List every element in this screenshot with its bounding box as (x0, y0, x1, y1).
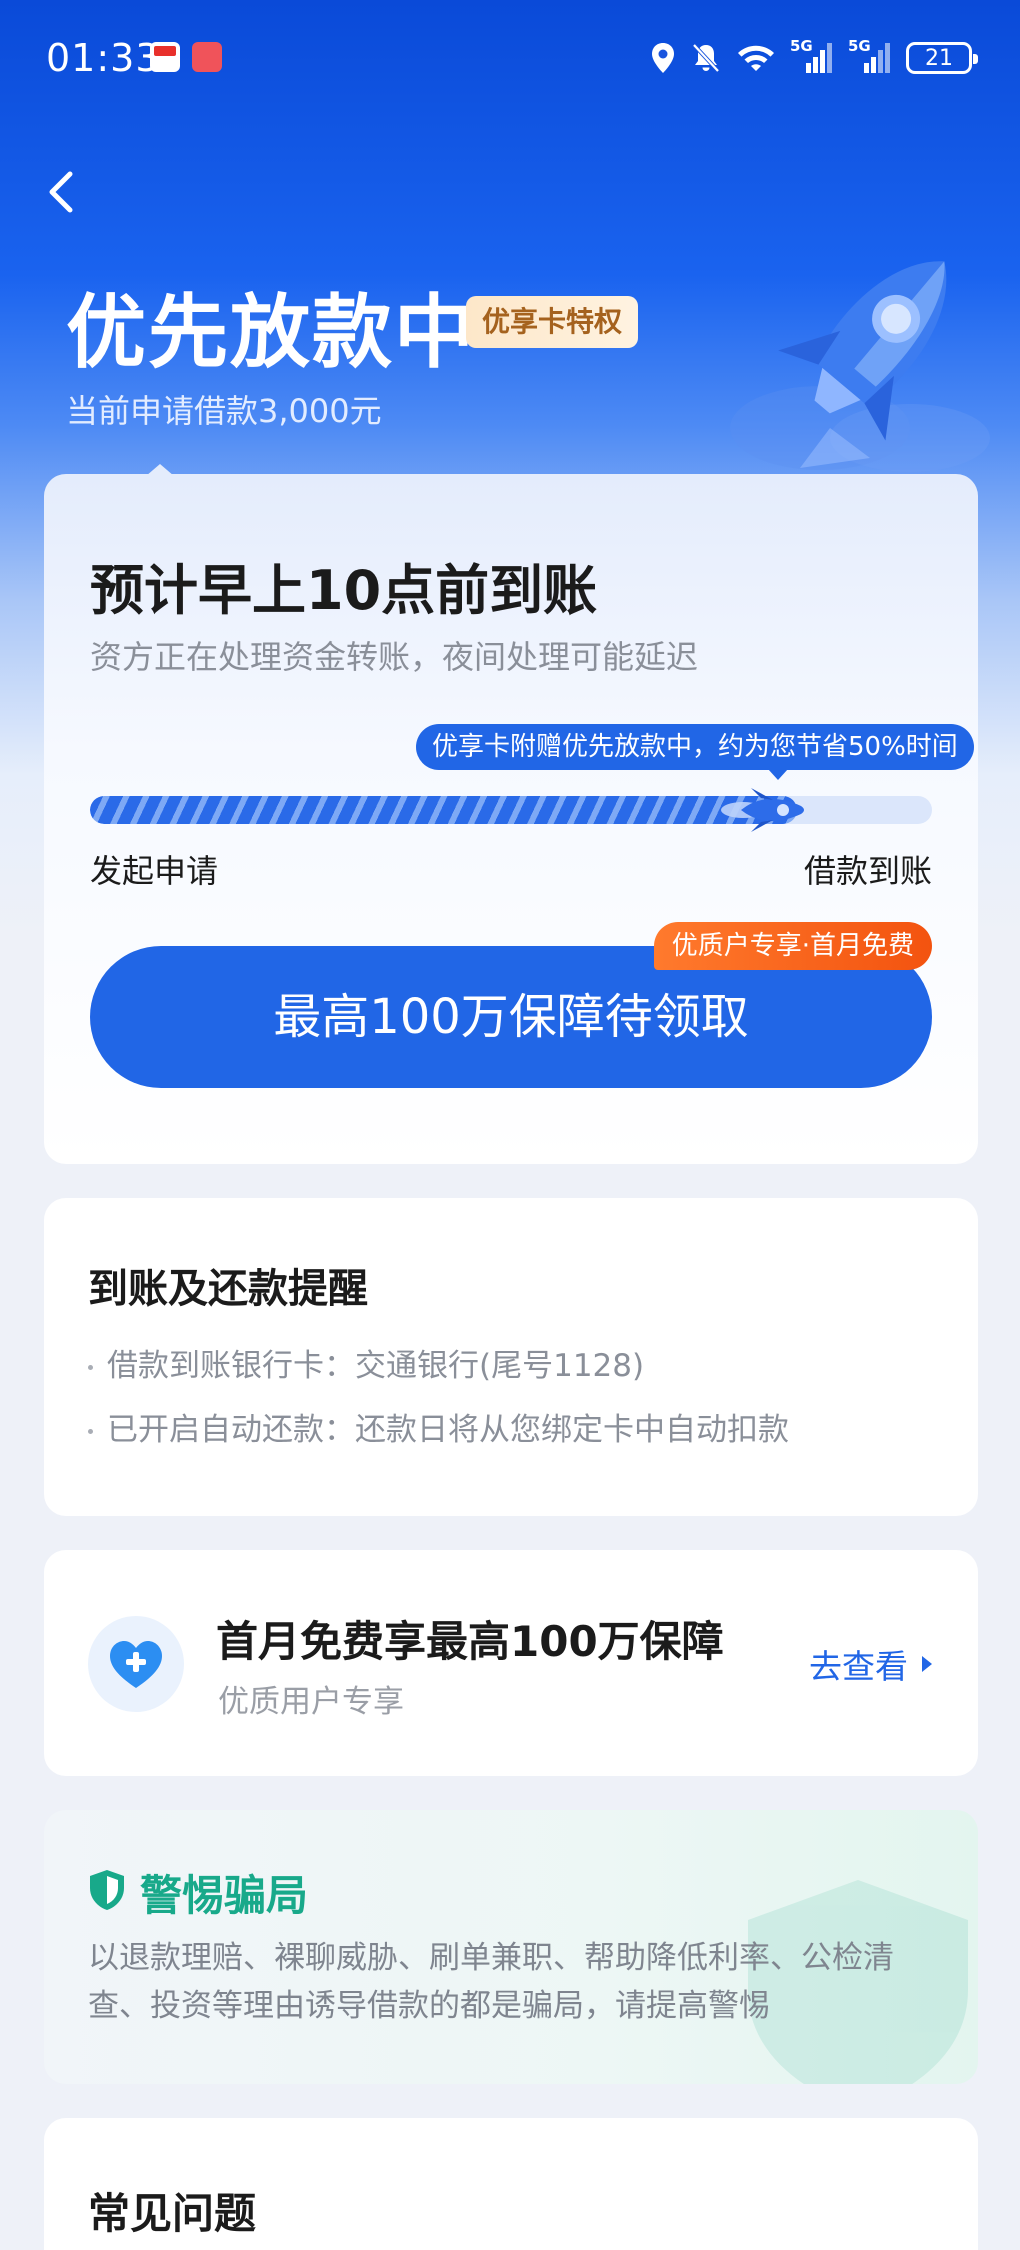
status-bar: 01:33 5G 5G 21 (0, 0, 1020, 118)
back-button[interactable] (38, 162, 88, 222)
bullet-icon (88, 1365, 93, 1370)
status-time: 01:33 (46, 36, 161, 80)
rocket-illustration-icon (730, 261, 990, 472)
view-details-link[interactable]: 去查看 (809, 1640, 934, 1688)
view-details-label: 去查看 (809, 1647, 908, 1686)
time-saving-tip: 优享卡附赠优先放款中，约为您节省50%时间 (416, 724, 974, 780)
step-end-label: 借款到账 (803, 852, 932, 890)
privilege-badge: 优享卡特权 (466, 296, 639, 348)
progress-card: 预计早上10点前到账 资方正在处理资金转账，夜间处理可能延迟 优享卡附赠优先放款… (44, 474, 978, 1164)
progress-rocket-icon (721, 788, 804, 832)
bank-card-info: 借款到账银行卡：交通银行(尾号1128) (107, 1348, 645, 1384)
signal-icon: 5G (790, 37, 834, 75)
list-item: 借款到账银行卡：交通银行(尾号1128) (88, 1340, 644, 1385)
faq-card: 常见问题 (44, 2118, 978, 2250)
fraud-warning-title: 警惕骗局 (140, 1871, 309, 1920)
location-icon (652, 43, 674, 73)
faq-title: 常见问题 (88, 2189, 257, 2238)
auto-repay-info: 已开启自动还款：还款日将从您绑定卡中自动扣款 (107, 1412, 789, 1448)
insurance-subtitle: 优质用户专享 (218, 1684, 404, 1720)
shield-icon (90, 1870, 124, 1910)
battery-level: 21 (925, 45, 953, 71)
battery-icon: 21 (906, 42, 978, 74)
reminder-card: 到账及还款提醒 借款到账银行卡：交通银行(尾号1128) 已开启自动还款：还款日… (44, 1198, 978, 1516)
promo-tag: 优质户专享·首月免费 (653, 922, 932, 970)
fraud-warning-card: 警惕骗局 以退款理赔、裸聊威胁、刷单兼职、帮助降低利率、公检清查、投资等理由诱导… (44, 1810, 978, 2084)
bullet-icon (88, 1429, 93, 1434)
arrival-estimate-title: 预计早上10点前到账 (90, 559, 598, 622)
mute-bell-icon (692, 43, 720, 73)
progress-fill (90, 796, 797, 824)
fraud-warning-text: 以退款理赔、裸聊威胁、刷单兼职、帮助降低利率、公检清查、投资等理由诱导借款的都是… (88, 1940, 894, 2024)
notification-app-icon (150, 42, 180, 72)
reminder-title: 到账及还款提醒 (88, 1266, 368, 1312)
chevron-left-icon (49, 171, 73, 213)
loan-amount-subtitle: 当前申请借款3,000元 (66, 392, 382, 430)
status-icons: 5G 5G 21 (650, 37, 978, 78)
page-title: 优先放款中 (66, 288, 476, 377)
insurance-card[interactable]: 首月免费享最高100万保障 优质用户专享 去查看 (44, 1550, 978, 1776)
caret-right-icon (922, 1656, 932, 1672)
wifi-icon (738, 45, 774, 71)
notification-app-icon (192, 42, 222, 72)
signal-icon: 5G (848, 37, 892, 75)
step-start-label: 发起申请 (90, 852, 219, 890)
processing-description: 资方正在处理资金转账，夜间处理可能延迟 (90, 638, 699, 676)
heart-plus-icon (88, 1616, 184, 1712)
insurance-title: 首月免费享最高100万保障 (216, 1617, 724, 1666)
list-item: 已开启自动还款：还款日将从您绑定卡中自动扣款 (88, 1404, 789, 1449)
